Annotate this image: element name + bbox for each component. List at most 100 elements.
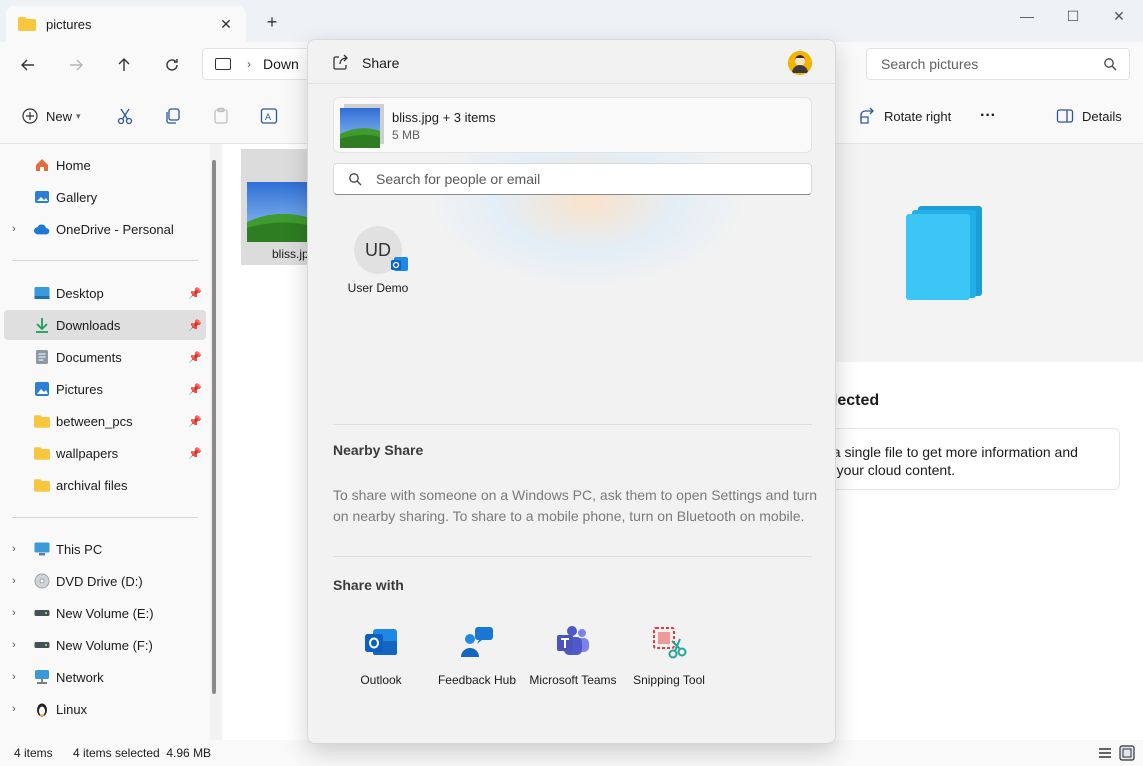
penguin-icon	[34, 701, 50, 717]
sidebar-item-label: Network	[56, 669, 104, 685]
sidebar-item-desktop[interactable]: Desktop 📌	[4, 278, 206, 308]
share-app-outlook[interactable]: Outlook	[333, 625, 429, 688]
pin-icon[interactable]: 📌	[188, 287, 202, 300]
sidebar-scrollbar[interactable]	[212, 160, 216, 694]
new-tab-button[interactable]: +	[262, 12, 282, 32]
multiple-files-icon	[906, 206, 982, 300]
sidebar-item-dvd-drive[interactable]: › DVD Drive (D:)	[4, 566, 206, 596]
breadcrumb-downloads[interactable]: Down	[263, 56, 299, 72]
item-count: 4 items	[14, 746, 53, 760]
file-item-bliss[interactable]: bliss.jpg	[241, 149, 315, 265]
home-icon	[34, 157, 50, 173]
sidebar-item-wallpapers[interactable]: wallpapers 📌	[4, 438, 206, 468]
paste-button[interactable]	[212, 104, 230, 128]
share-app-feedback-hub[interactable]: Feedback Hub	[429, 625, 525, 688]
details-pane-icon	[1056, 109, 1074, 123]
tab-close-icon[interactable]: ✕	[216, 14, 236, 34]
people-search-field[interactable]	[333, 163, 812, 195]
tiles-view-icon[interactable]	[1119, 745, 1135, 761]
forward-button[interactable]	[62, 52, 90, 78]
sidebar-item-archival-files[interactable]: archival files	[4, 470, 206, 500]
details-button[interactable]: Details	[1056, 104, 1122, 128]
sidebar-item-label: Desktop	[56, 285, 104, 301]
back-button[interactable]	[14, 52, 42, 78]
pin-icon[interactable]: 📌	[188, 447, 202, 460]
folder-icon	[18, 17, 36, 31]
pin-icon[interactable]: 📌	[188, 383, 202, 396]
sidebar-item-network[interactable]: › Network	[4, 662, 206, 692]
chevron-right-icon[interactable]: ›	[12, 639, 16, 651]
sidebar-item-documents[interactable]: Documents 📌	[4, 342, 206, 372]
pictures-icon	[34, 381, 50, 397]
sidebar-item-home[interactable]: Home	[4, 150, 206, 180]
search-placeholder: Search pictures	[881, 56, 979, 72]
user-avatar[interactable]	[788, 51, 812, 75]
sidebar-item-between-pcs[interactable]: between_pcs 📌	[4, 406, 206, 436]
sidebar-item-downloads[interactable]: Downloads 📌	[4, 310, 206, 340]
rename-button[interactable]: A	[260, 104, 278, 128]
sidebar-item-volume-e[interactable]: › New Volume (E:)	[4, 598, 206, 628]
chevron-right-icon[interactable]: ›	[12, 607, 16, 619]
close-window-button[interactable]: ✕	[1096, 6, 1142, 26]
chevron-right-icon[interactable]: ›	[12, 575, 16, 587]
details-text-line: t a single file to get more information …	[825, 444, 1078, 460]
sidebar-item-linux[interactable]: › Linux	[4, 694, 206, 724]
people-search-input[interactable]	[376, 164, 796, 194]
copy-icon	[166, 108, 180, 124]
more-options-button[interactable]: ···	[980, 104, 996, 128]
app-label: Outlook	[360, 673, 402, 687]
details-info-card: t a single file to get more information …	[824, 428, 1120, 490]
folder-icon	[34, 445, 50, 461]
up-button[interactable]	[110, 52, 138, 78]
sidebar-item-gallery[interactable]: Gallery	[4, 182, 206, 212]
sidebar-item-label: Home	[56, 157, 91, 173]
selection-status: 4 items selected 4.96 MB	[73, 746, 212, 760]
chevron-right-icon[interactable]: ›	[12, 671, 16, 683]
scissors-icon	[117, 108, 133, 125]
drive-icon	[34, 637, 50, 653]
sidebar-item-onedrive[interactable]: › OneDrive - Personal	[4, 214, 206, 244]
nearby-share-description: To share with someone on a Windows PC, a…	[333, 487, 818, 524]
rotate-right-button[interactable]: Rotate right	[858, 104, 951, 128]
chevron-right-icon[interactable]: ›	[12, 703, 16, 715]
navigation-pane: Home Gallery › OneDrive - Personal Deskt…	[0, 144, 210, 740]
drive-icon	[34, 605, 50, 621]
monitor-icon	[215, 58, 231, 70]
shared-file-name: bliss.jpg + 3 items	[392, 110, 496, 125]
tab-pictures[interactable]: pictures ✕	[6, 6, 246, 42]
pin-icon[interactable]: 📌	[188, 415, 202, 428]
contact-user-demo[interactable]: UD User Demo	[338, 224, 418, 304]
pin-icon[interactable]: 📌	[188, 319, 202, 332]
list-view-icon[interactable]	[1097, 745, 1113, 761]
share-app-microsoft-teams[interactable]: Microsoft Teams	[525, 625, 621, 688]
sidebar-item-this-pc[interactable]: › This PC	[4, 534, 206, 564]
chevron-right-icon[interactable]: ›	[12, 543, 16, 555]
sidebar-divider	[12, 517, 198, 518]
share-icon	[333, 54, 348, 70]
pin-icon[interactable]: 📌	[188, 351, 202, 364]
address-bar[interactable]: › Down	[202, 48, 322, 80]
sidebar-item-label: New Volume (F:)	[56, 637, 153, 653]
share-app-snipping-tool[interactable]: Snipping Tool	[621, 625, 717, 688]
sidebar-item-label: OneDrive - Personal	[56, 221, 174, 237]
search-input[interactable]: Search pictures	[866, 48, 1130, 80]
minimize-button[interactable]: —	[1004, 6, 1050, 26]
search-icon	[1104, 58, 1117, 71]
sidebar-item-label: Downloads	[56, 317, 121, 333]
maximize-button[interactable]: ☐	[1050, 6, 1096, 26]
sidebar-item-pictures[interactable]: Pictures 📌	[4, 374, 206, 404]
chevron-right-icon[interactable]: ›	[12, 223, 16, 235]
title-bar: pictures ✕ + — ☐ ✕	[0, 0, 1143, 42]
refresh-button[interactable]	[158, 52, 186, 78]
app-label: Microsoft Teams	[529, 673, 617, 687]
app-label: Snipping Tool	[633, 673, 705, 687]
teams-icon	[557, 626, 589, 655]
sidebar-item-label: wallpapers	[56, 445, 119, 461]
cut-button[interactable]	[116, 104, 134, 128]
share-with-title: Share with	[333, 577, 404, 593]
gallery-icon	[34, 189, 50, 205]
sidebar-item-volume-f[interactable]: › New Volume (F:)	[4, 630, 206, 660]
copy-button[interactable]	[164, 104, 182, 128]
share-header: Share	[308, 40, 835, 84]
new-button[interactable]: New ▾	[22, 104, 81, 128]
